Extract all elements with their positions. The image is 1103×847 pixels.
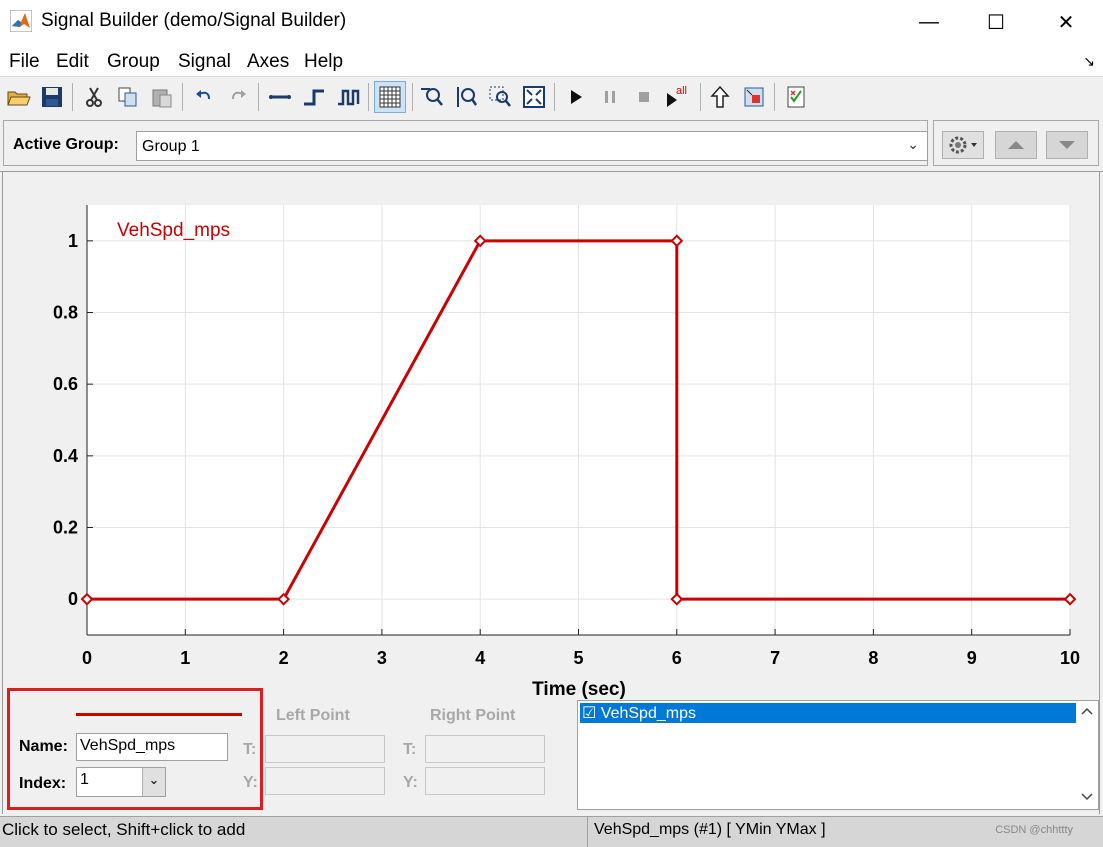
- maximize-button[interactable]: ☐: [973, 0, 1019, 44]
- left-t-field[interactable]: [265, 735, 385, 763]
- y-tick-label: 0.2: [53, 518, 78, 538]
- x-axis-label: Time (sec): [532, 679, 626, 700]
- zoom-xy-icon[interactable]: [486, 83, 514, 111]
- paste-icon[interactable]: [148, 83, 176, 111]
- stop-icon[interactable]: [630, 83, 658, 111]
- left-t-label: T:: [243, 741, 257, 758]
- minimize-button[interactable]: —: [906, 0, 952, 44]
- run-all-icon[interactable]: all: [664, 83, 692, 111]
- x-tick-label: 1: [180, 648, 190, 668]
- x-tick-label: 3: [377, 648, 387, 668]
- run-icon[interactable]: [562, 83, 590, 111]
- active-group-select[interactable]: Group 1 ⌄: [136, 131, 928, 161]
- scroll-up-icon[interactable]: [1081, 707, 1093, 715]
- gear-icon: [949, 136, 977, 154]
- x-tick-label: 10: [1060, 648, 1080, 668]
- x-tick-label: 8: [868, 648, 878, 668]
- menu-group[interactable]: Group: [107, 51, 160, 73]
- right-t-field[interactable]: [425, 735, 545, 763]
- cut-icon[interactable]: [80, 83, 108, 111]
- active-group-bar: Active Group: Group 1 ⌄: [0, 117, 1103, 172]
- right-y-field[interactable]: [425, 767, 545, 795]
- status-divider: [587, 817, 588, 847]
- y-tick-label: 0.6: [53, 374, 78, 394]
- triangle-down-icon: [1059, 141, 1075, 149]
- y-tick-label: 0: [68, 589, 78, 609]
- left-point-title: Left Point: [276, 707, 350, 724]
- signal-properties-panel: Name: VehSpd_mps Index: 1 ⌄: [7, 688, 263, 810]
- y-tick-label: 0.4: [53, 446, 78, 466]
- x-tick-label: 9: [967, 648, 977, 668]
- menu-signal[interactable]: Signal: [178, 51, 231, 73]
- undo-icon[interactable]: [190, 83, 218, 111]
- x-tick-label: 7: [770, 648, 780, 668]
- left-y-label: Y:: [243, 774, 258, 791]
- x-tick-label: 2: [279, 648, 289, 668]
- redo-icon[interactable]: [224, 83, 252, 111]
- grid-icon[interactable]: [374, 81, 406, 113]
- zoom-x-icon[interactable]: [418, 83, 446, 111]
- right-point-title: Right Point: [430, 707, 516, 724]
- signal-list[interactable]: ☑ VehSpd_mps: [577, 700, 1099, 810]
- save-icon[interactable]: [38, 83, 66, 111]
- signal-chart[interactable]: 0 1 2 3 4 5 6 7 8 9 10 0 0.2 0.4 0.6 0.8 1 VehSpd_mps Ti…: [0, 172, 1103, 702]
- pulse-icon[interactable]: [334, 83, 362, 111]
- y-tick-label: 0.8: [53, 303, 78, 323]
- move-group-down-button[interactable]: [1046, 131, 1088, 159]
- scroll-down-icon[interactable]: [1081, 793, 1093, 801]
- x-tick-label: 5: [573, 648, 583, 668]
- settings-button[interactable]: [942, 131, 984, 159]
- active-group-panel: Active Group: Group 1 ⌄: [3, 120, 928, 166]
- name-label: Name:: [19, 738, 68, 755]
- menu-help[interactable]: Help: [304, 51, 343, 73]
- left-y-field[interactable]: [265, 767, 385, 795]
- run-all-label: all: [676, 85, 687, 97]
- signal-list-item[interactable]: ☑ VehSpd_mps: [580, 703, 1076, 723]
- menu-edit[interactable]: Edit: [56, 51, 89, 73]
- status-hint: Click to select, Shift+click to add: [2, 820, 246, 839]
- index-select[interactable]: 1 ⌄: [76, 767, 166, 797]
- menu-axes[interactable]: Axes: [247, 51, 289, 73]
- open-icon[interactable]: [5, 83, 33, 111]
- right-y-label: Y:: [403, 774, 418, 791]
- toolbar: all: [0, 76, 1103, 118]
- triangle-up-icon: [1008, 141, 1024, 149]
- right-t-label: T:: [403, 741, 417, 758]
- index-label: Index:: [19, 775, 67, 792]
- x-tick-label: 4: [475, 648, 485, 668]
- chevron-down-icon: ⌄: [907, 136, 919, 152]
- zoom-y-icon[interactable]: [452, 83, 480, 111]
- up-arrow-icon[interactable]: [706, 83, 734, 111]
- copy-icon[interactable]: [114, 83, 142, 111]
- menu-file[interactable]: File: [9, 51, 40, 73]
- step-up-icon[interactable]: [300, 83, 328, 111]
- x-tick-label: 6: [672, 648, 682, 668]
- chevron-down-icon: ⌄: [142, 768, 165, 796]
- group-actions-panel: [933, 120, 1099, 166]
- verification-icon[interactable]: [782, 83, 810, 111]
- show-block-icon[interactable]: [740, 83, 768, 111]
- index-value: 1: [80, 771, 89, 788]
- x-tick-label: 0: [82, 648, 92, 668]
- status-bar: Click to select, Shift+click to add VehS…: [0, 816, 1103, 847]
- active-group-value: Group 1: [142, 138, 200, 155]
- y-tick-label: 1: [68, 231, 78, 251]
- move-group-up-button[interactable]: [995, 131, 1037, 159]
- signal-list-scrollbar[interactable]: [1076, 701, 1098, 809]
- window-title: Signal Builder (demo/Signal Builder): [41, 10, 347, 31]
- series-label: VehSpd_mps: [117, 220, 230, 241]
- fit-view-icon[interactable]: [520, 83, 548, 111]
- name-field[interactable]: VehSpd_mps: [76, 733, 228, 761]
- signal-line-swatch[interactable]: [76, 713, 242, 716]
- pause-icon[interactable]: [596, 83, 624, 111]
- constant-line-icon[interactable]: [266, 83, 294, 111]
- status-signal-info: VehSpd_mps (#1) [ YMin YMax ]: [594, 821, 826, 838]
- menu-overflow-icon[interactable]: ↘: [1083, 53, 1095, 70]
- matlab-logo-icon: [10, 10, 32, 32]
- title-bar: Signal Builder (demo/Signal Builder) — ☐…: [0, 0, 1103, 44]
- active-group-label: Active Group:: [13, 136, 119, 153]
- menu-bar: File Edit Group Signal Axes Help ↘: [0, 44, 1103, 76]
- watermark: CSDN @chhttty: [995, 824, 1073, 836]
- close-button[interactable]: ✕: [1043, 0, 1089, 44]
